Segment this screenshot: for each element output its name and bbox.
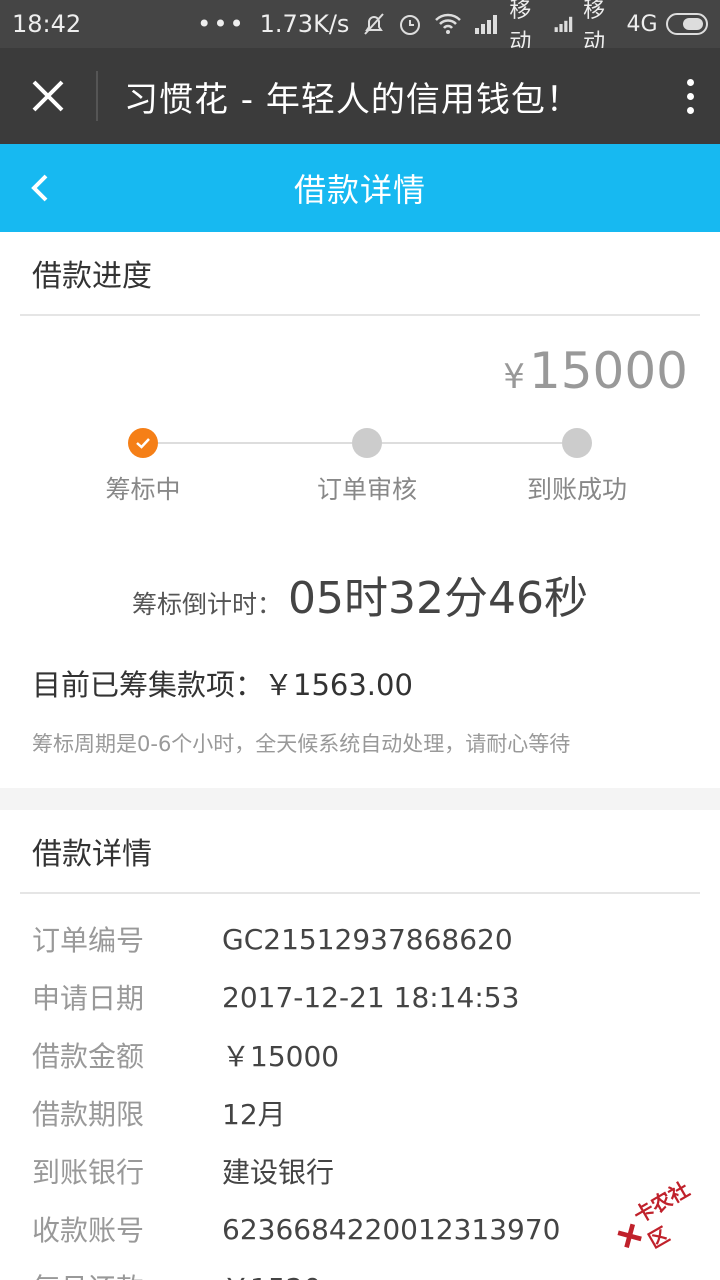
chevron-left-icon bbox=[31, 174, 48, 202]
detail-key: 订单编号 bbox=[32, 924, 145, 957]
alarm-icon bbox=[400, 15, 421, 35]
step-dot-done bbox=[128, 428, 158, 458]
more-menu-button[interactable] bbox=[660, 48, 720, 144]
webview-title-bar: 习惯花 - 年轻人的信用钱包！ bbox=[0, 48, 720, 144]
detail-value: ￥15000 bbox=[222, 1040, 340, 1073]
detail-value: 12月 bbox=[222, 1098, 286, 1131]
more-dot bbox=[686, 78, 694, 86]
detail-value: 2017-12-21 18:14:53 bbox=[222, 980, 520, 1014]
progress-header: 借款进度 bbox=[20, 232, 700, 316]
notification-dots: ••• bbox=[197, 10, 246, 38]
detail-value: 建设银行 bbox=[222, 1156, 335, 1189]
progress-note: 筹标周期是0-6个小时，全天候系统自动处理，请耐心等待 bbox=[32, 732, 571, 756]
signal-icon bbox=[475, 15, 498, 34]
status-time: 18:42 bbox=[12, 10, 82, 38]
step-label: 筹标中 bbox=[105, 475, 181, 504]
step-dot-pending bbox=[352, 428, 382, 458]
step-label: 订单审核 bbox=[316, 475, 417, 504]
countdown-value: 05时32分46秒 bbox=[288, 573, 588, 624]
countdown-label: 筹标倒计时： bbox=[132, 590, 283, 619]
detail-row-order-id: 订单编号 GC21512937868620 bbox=[32, 910, 720, 968]
detail-value: ￥1520 bbox=[222, 1267, 321, 1280]
network-type: 4G bbox=[626, 11, 658, 37]
battery-icon bbox=[665, 13, 708, 35]
step-label: 到账成功 bbox=[526, 475, 627, 504]
signal-icon-2 bbox=[554, 16, 572, 33]
detail-row-bank: 到账银行 建设银行 bbox=[32, 1142, 720, 1200]
detail-key: 每月还款 bbox=[32, 1267, 222, 1280]
step-connector bbox=[382, 442, 562, 444]
loan-detail-card: 借款详情 订单编号 GC21512937868620 申请日期 2017-12-… bbox=[0, 810, 720, 1280]
status-bar: 18:42 ••• 1.73K/s 移动 移动 4G bbox=[0, 0, 720, 55]
more-dot bbox=[686, 106, 694, 114]
detail-row-loan-amount: 借款金额 ￥15000 bbox=[32, 1026, 720, 1084]
detail-value: 6236684220012313970 bbox=[222, 1212, 561, 1246]
status-icons bbox=[361, 11, 501, 37]
more-dot bbox=[686, 92, 694, 100]
detail-value: GC21512937868620 bbox=[222, 922, 513, 956]
back-button[interactable] bbox=[26, 166, 66, 210]
step-dot-pending bbox=[562, 428, 592, 458]
detail-header: 借款详情 bbox=[20, 810, 700, 894]
detail-key: 借款期限 bbox=[32, 1098, 145, 1131]
detail-row-loan-term: 借款期限 12月 bbox=[32, 1084, 720, 1142]
detail-row-apply-date: 申请日期 2017-12-21 18:14:53 bbox=[32, 968, 720, 1026]
loan-progress-card: 借款进度 ¥15000 筹标中 订单审核 到账成功 筹标倒计时： 05时32分4… bbox=[0, 232, 720, 788]
nav-bar: 借款详情 bbox=[0, 144, 720, 232]
close-icon bbox=[32, 80, 64, 112]
nav-title: 借款详情 bbox=[293, 171, 426, 209]
network-speed: 1.73K/s bbox=[259, 10, 350, 38]
countdown: 筹标倒计时： 05时32分46秒 bbox=[0, 562, 720, 626]
detail-row-monthly-payment: 每月还款 ￥1520 bbox=[32, 1258, 720, 1280]
amount-value: 15000 bbox=[528, 342, 688, 400]
detail-key: 到账银行 bbox=[32, 1156, 145, 1189]
page-title: 习惯花 - 年轻人的信用钱包！ bbox=[124, 79, 581, 120]
currency-symbol: ¥ bbox=[503, 357, 525, 397]
raised-amount: 目前已筹集款项：￥1563.00 bbox=[32, 668, 413, 702]
progress-steps: 筹标中 订单审核 到账成功 bbox=[0, 426, 720, 506]
bell-muted-icon bbox=[364, 13, 385, 35]
step-connector bbox=[158, 442, 352, 444]
detail-key: 收款账号 bbox=[32, 1214, 145, 1247]
check-icon bbox=[136, 438, 150, 449]
wifi-icon bbox=[435, 13, 462, 34]
detail-key: 借款金额 bbox=[32, 1040, 145, 1073]
loan-amount: ¥15000 bbox=[503, 342, 688, 400]
detail-key: 申请日期 bbox=[32, 982, 145, 1015]
close-button[interactable] bbox=[0, 48, 96, 144]
